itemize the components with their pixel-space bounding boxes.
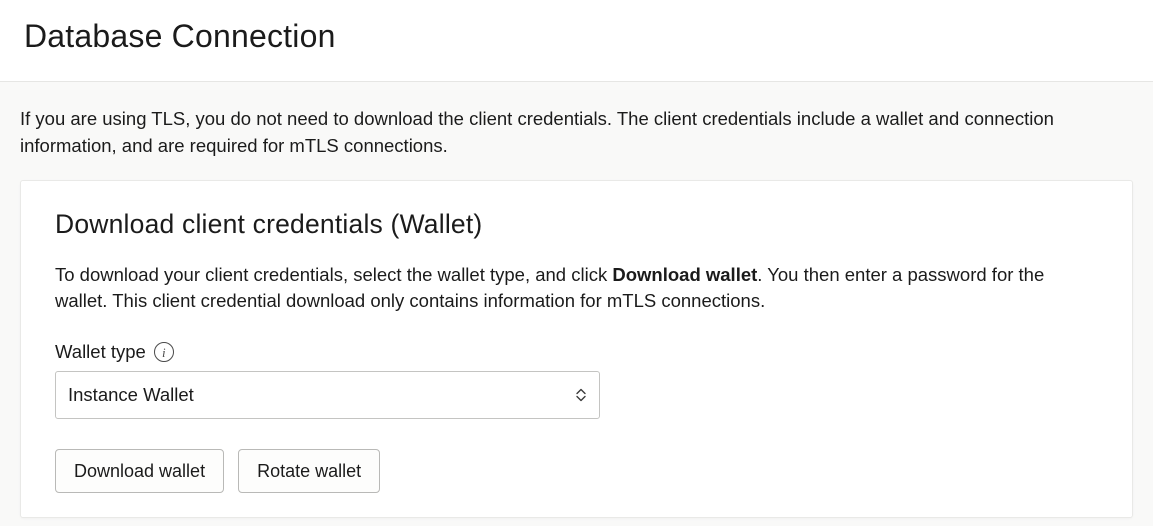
- wallet-type-select[interactable]: Instance Wallet: [55, 371, 600, 419]
- download-wallet-button[interactable]: Download wallet: [55, 449, 224, 493]
- page-header: Database Connection: [0, 0, 1153, 82]
- intro-text: If you are using TLS, you do not need to…: [20, 106, 1133, 160]
- wallet-type-label: Wallet type: [55, 341, 146, 363]
- info-icon[interactable]: i: [154, 342, 174, 362]
- button-row: Download wallet Rotate wallet: [55, 449, 1098, 493]
- wallet-type-select-wrapper: Instance Wallet: [55, 371, 600, 419]
- page-title: Database Connection: [24, 18, 1129, 55]
- download-credentials-card: Download client credentials (Wallet) To …: [20, 180, 1133, 519]
- card-description: To download your client credentials, sel…: [55, 262, 1098, 316]
- card-title: Download client credentials (Wallet): [55, 209, 1098, 240]
- wallet-type-label-row: Wallet type i: [55, 341, 1098, 363]
- card-desc-bold: Download wallet: [612, 264, 757, 285]
- intro-section: If you are using TLS, you do not need to…: [0, 82, 1153, 180]
- card-desc-prefix: To download your client credentials, sel…: [55, 264, 612, 285]
- wallet-type-selected-value: Instance Wallet: [68, 384, 194, 406]
- rotate-wallet-button[interactable]: Rotate wallet: [238, 449, 380, 493]
